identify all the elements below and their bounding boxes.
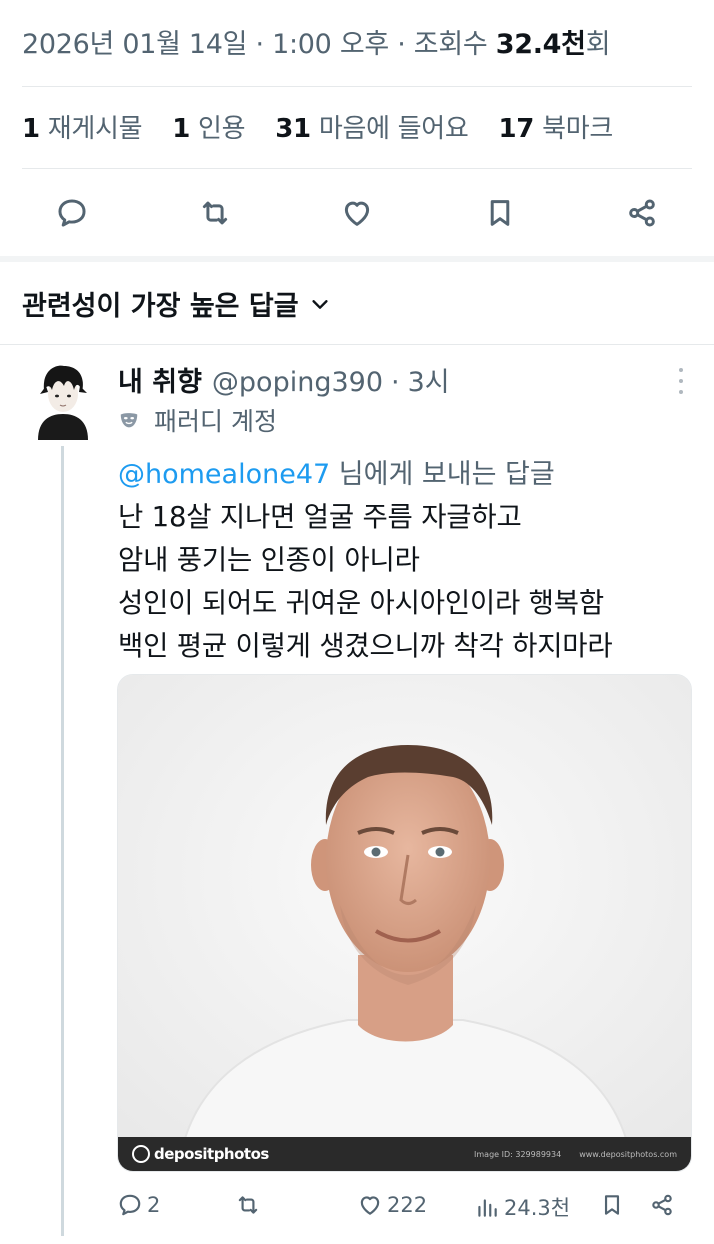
like-count: 222	[387, 1193, 428, 1217]
section-separator	[0, 256, 714, 262]
author-handle[interactable]: @poping390	[212, 367, 383, 398]
like-icon	[360, 1196, 380, 1215]
divider	[22, 168, 692, 169]
reply-count: 2	[147, 1193, 161, 1217]
mention-link[interactable]: @homealone47	[118, 459, 330, 490]
reply-icon	[119, 1194, 141, 1216]
views-value: 32.4천	[495, 29, 586, 60]
share-button[interactable]	[620, 191, 664, 235]
reply-text-line: 성인이 되어도 귀여운 아시아인이라 행복함	[118, 587, 604, 619]
reply-text-line: 난 18살 지나면 얼굴 주름 자글하고	[118, 501, 522, 533]
meta-separator: ·	[397, 29, 406, 60]
post-meta: 2026년 01월 14일 · 1:00 오후 · 조회수 32.4천회	[22, 22, 611, 61]
reply-like-button[interactable]: 222	[357, 1192, 427, 1218]
bookmarks-stat[interactable]: 17 북마크	[499, 114, 614, 144]
reply-author-row: 내 취향 @poping390 · 3시	[118, 360, 450, 399]
image-id-text: Image ID: 329989934	[474, 1149, 562, 1159]
depositphotos-logo: depositphotos	[132, 1145, 269, 1163]
reposts-stat[interactable]: 1 재게시물	[22, 114, 143, 144]
reply-text: 난 18살 지나면 얼굴 주름 자글하고 암내 풍기는 인종이 아니라 성인이 …	[118, 496, 698, 668]
author-name[interactable]: 내 취향	[118, 360, 202, 399]
portrait-photo	[118, 675, 691, 1171]
replying-to: @homealone47 님에게 보내는 답글	[118, 459, 555, 490]
likes-stat[interactable]: 31 마음에 들어요	[275, 114, 469, 144]
more-icon	[679, 368, 683, 372]
bookmark-icon	[490, 200, 509, 226]
reply-text-line: 암내 풍기는 인종이 아니라	[118, 544, 420, 576]
views-label: 조회수	[413, 29, 488, 60]
reply-text-line: 백인 평균 이렇게 생겼으니까 착각 하지마라	[118, 630, 613, 662]
reply-bookmark-button[interactable]	[599, 1192, 629, 1218]
reply-media-image[interactable]: depositphotos Image ID: 329989934 www.de…	[117, 674, 692, 1172]
post-time: 1:00 오후	[272, 29, 389, 60]
bookmark-button[interactable]	[478, 191, 522, 235]
watermark-bar: depositphotos Image ID: 329989934 www.de…	[118, 1137, 691, 1171]
views-suffix: 회	[585, 29, 611, 60]
parody-label: 패러디 계정	[118, 402, 277, 438]
reply-sort-dropdown[interactable]: 관련성이 가장 높은 답글	[22, 284, 331, 323]
post-date: 2026년 01월 14일	[22, 29, 248, 60]
reply-views-button[interactable]: 24.3천	[474, 1192, 570, 1222]
divider	[0, 344, 714, 345]
views-count: 24.3천	[504, 1196, 571, 1220]
post-action-bar	[30, 186, 684, 240]
repost-button[interactable]	[193, 191, 237, 235]
share-icon	[652, 1194, 672, 1216]
reply-button[interactable]	[50, 191, 94, 235]
divider	[22, 86, 692, 87]
chevron-down-icon	[312, 299, 328, 309]
sort-label: 관련성이 가장 높은 답글	[22, 291, 299, 322]
site-text: www.depositphotos.com	[579, 1149, 677, 1159]
more-options-button[interactable]	[676, 368, 686, 394]
parody-mask-icon	[120, 413, 138, 428]
quotes-stat[interactable]: 1 인용	[172, 114, 245, 144]
repost-icon	[202, 201, 227, 225]
like-icon	[344, 201, 370, 226]
reply-icon	[58, 199, 86, 227]
share-icon	[629, 199, 655, 227]
reply-share-button[interactable]	[649, 1192, 679, 1218]
meta-separator: ·	[391, 367, 400, 398]
bookmark-icon	[604, 1195, 620, 1215]
reply-action-bar: 2 222 24.3천	[117, 1190, 697, 1226]
reply-reply-button[interactable]: 2	[117, 1192, 160, 1218]
thread-line	[61, 446, 64, 1236]
views-icon	[478, 1199, 497, 1217]
reply-repost-button[interactable]	[235, 1192, 265, 1218]
reply-time[interactable]: 3시	[408, 360, 450, 399]
like-button[interactable]	[335, 191, 379, 235]
meta-separator: ·	[255, 29, 265, 60]
repost-icon	[238, 1196, 258, 1214]
avatar[interactable]	[30, 360, 96, 440]
engagement-stats: 1 재게시물 1 인용 31 마음에 들어요 17 북마크	[22, 108, 635, 145]
